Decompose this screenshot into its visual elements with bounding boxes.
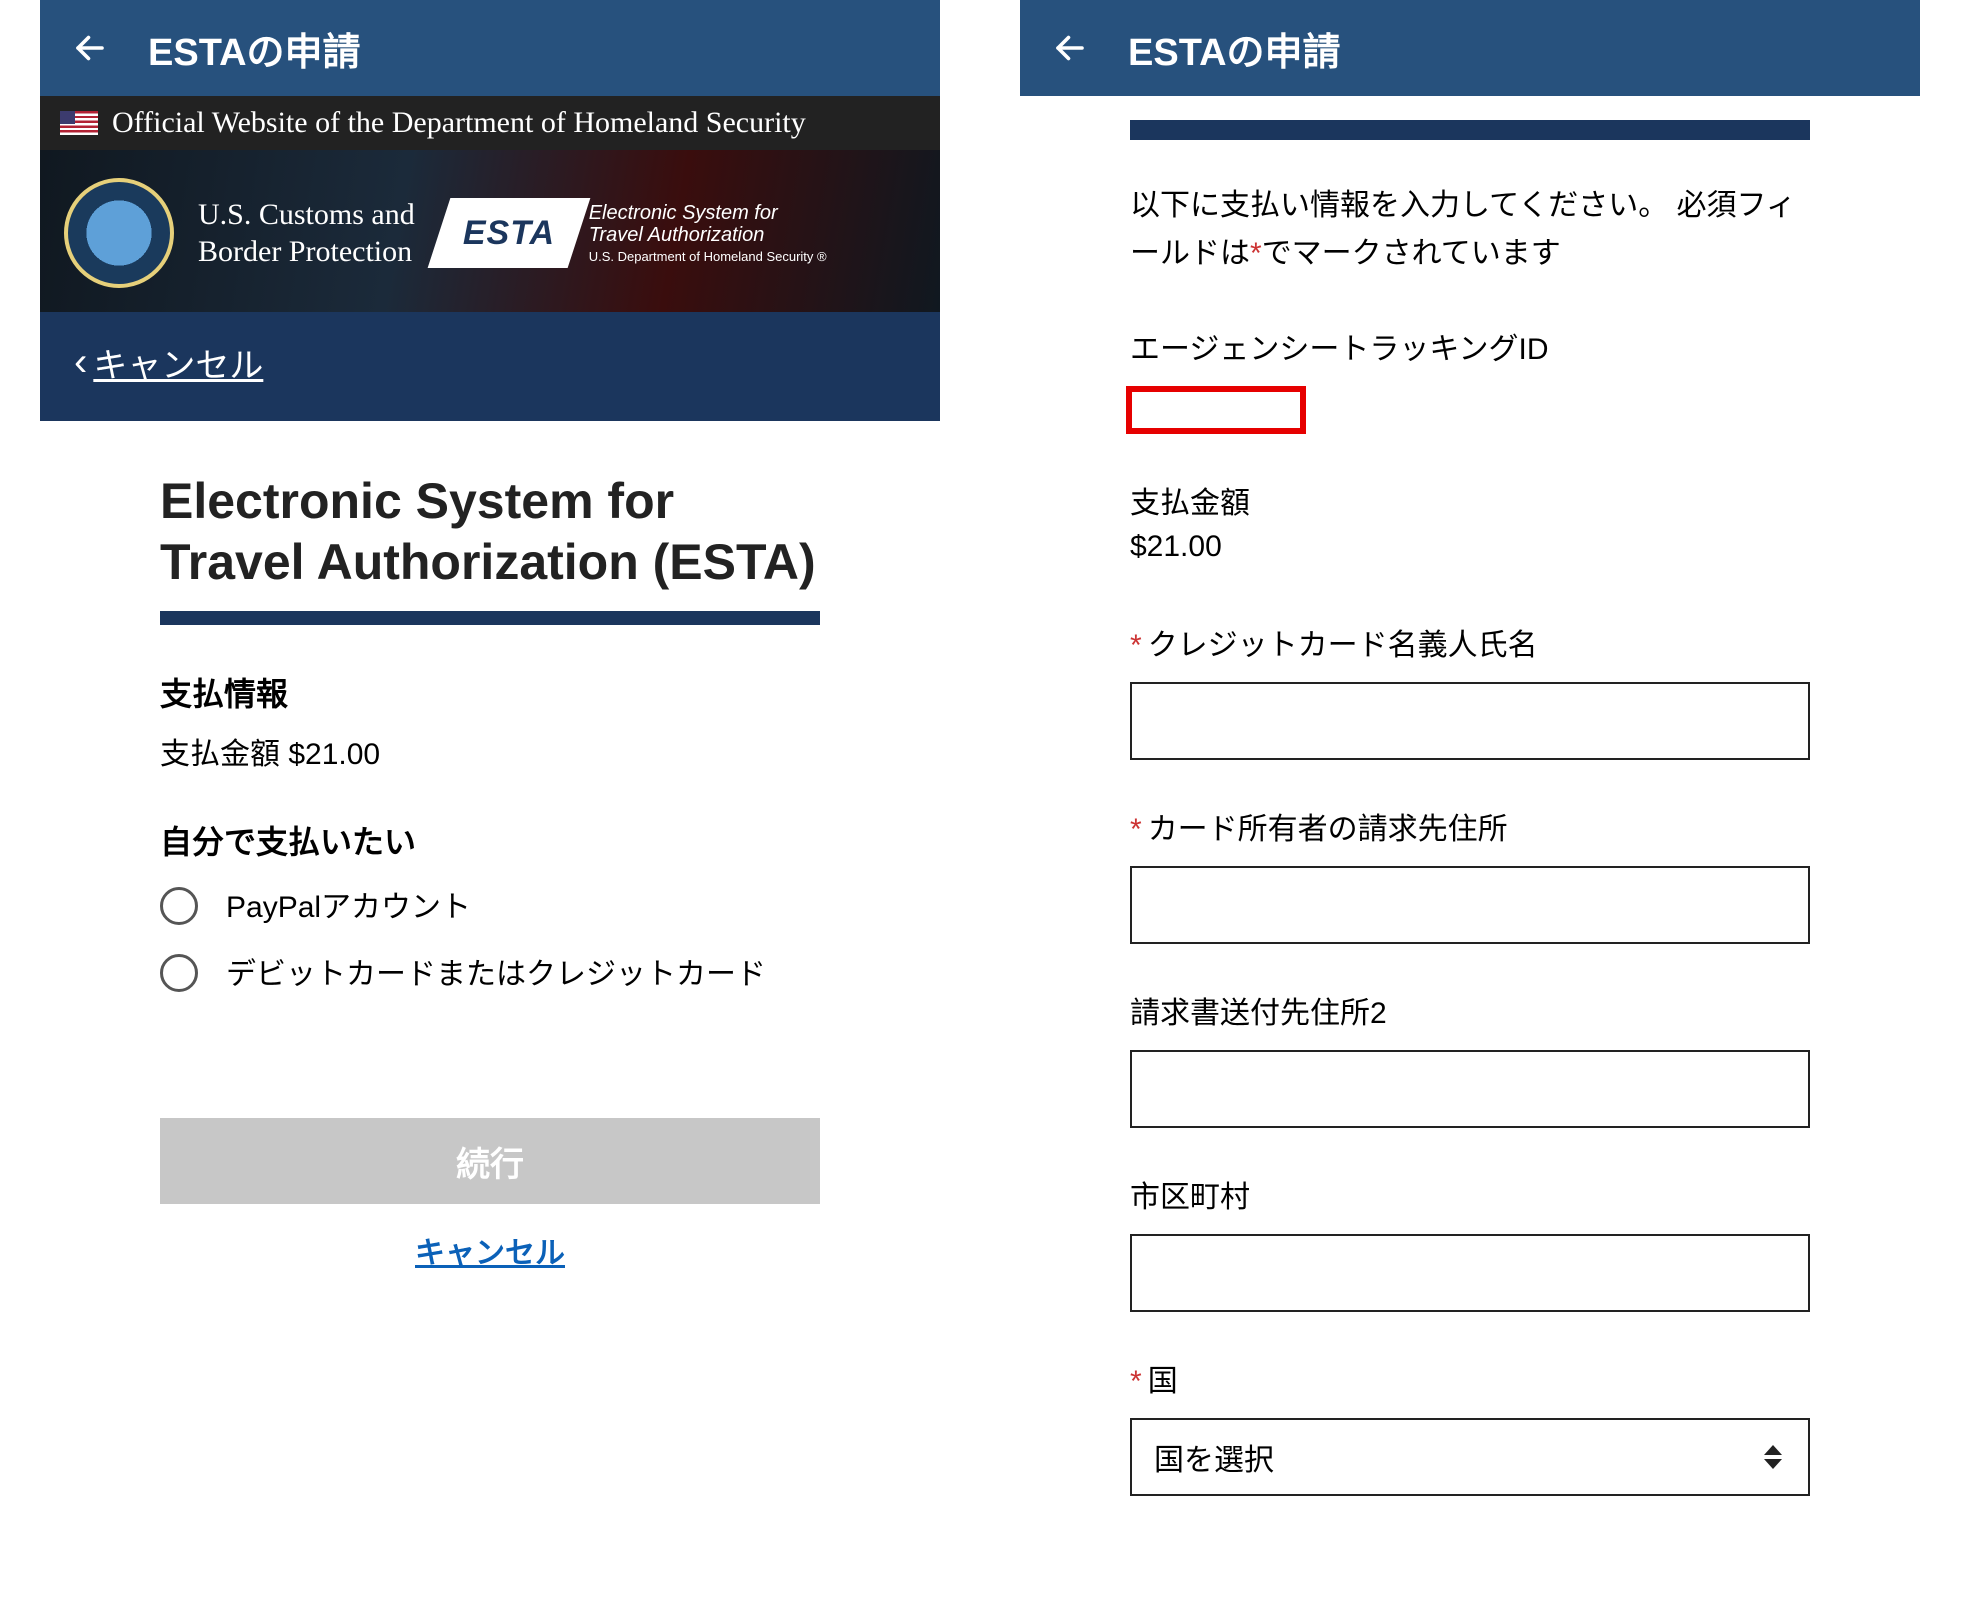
instruction-text: 以下に支払い情報を入力してください。 必須フィールドは*でマークされています xyxy=(1130,182,1810,278)
esta-sub-dept: U.S. Department of Homeland Security ® xyxy=(589,250,827,264)
field-amount: 支払金額 $21.00 xyxy=(1130,478,1810,564)
dhs-official-banner: Official Website of the Department of Ho… xyxy=(40,96,940,150)
field-country: *国 国を選択 xyxy=(1130,1356,1810,1496)
tracking-id-highlight[interactable] xyxy=(1126,386,1306,434)
us-flag-icon xyxy=(60,111,98,135)
continue-button[interactable]: 続行 xyxy=(160,1118,820,1204)
appbar: ESTAの申請 xyxy=(1020,0,1920,96)
dhs-seal-icon xyxy=(64,178,174,288)
esta-logo-icon: ESTA xyxy=(427,198,590,268)
dhs-official-text: Official Website of the Department of Ho… xyxy=(112,106,806,140)
radio-icon xyxy=(160,887,198,925)
field-city: 市区町村 xyxy=(1130,1172,1810,1312)
field-tracking-id: エージェンシートラッキングID xyxy=(1130,324,1810,434)
screen-right: ESTAの申請 以下に支払い情報を入力してください。 必須フィールドは*でマーク… xyxy=(1020,0,1920,1620)
amount-value: $21.00 xyxy=(1130,530,1810,564)
amount-value: $21.00 xyxy=(288,738,380,771)
back-arrow-icon[interactable] xyxy=(68,26,112,70)
billing2-label: 請求書送付先住所2 xyxy=(1130,988,1810,1032)
radio-paypal-label: PayPalアカウント xyxy=(226,885,471,930)
amount-label: 支払金額 xyxy=(1130,478,1810,522)
field-cardholder: *クレジットカード名義人氏名 xyxy=(1130,620,1810,760)
city-input[interactable] xyxy=(1130,1234,1810,1312)
cancel-bar-label: キャンセル xyxy=(93,338,263,387)
instr-b: でマークされています xyxy=(1262,237,1561,270)
required-star-icon: * xyxy=(1130,813,1142,846)
billing1-label-text: カード所有者の請求先住所 xyxy=(1148,813,1508,846)
cardholder-input[interactable] xyxy=(1130,682,1810,760)
billing1-input[interactable] xyxy=(1130,866,1810,944)
page-title: Electronic System for Travel Authorizati… xyxy=(160,471,820,593)
right-content: 以下に支払い情報を入力してください。 必須フィールドは*でマークされています エ… xyxy=(1020,96,1920,1540)
radio-icon xyxy=(160,954,198,992)
cardholder-label-text: クレジットカード名義人氏名 xyxy=(1148,629,1538,662)
required-star-icon: * xyxy=(1130,629,1142,662)
country-label: *国 xyxy=(1130,1356,1810,1400)
country-label-text: 国 xyxy=(1148,1365,1178,1398)
cancel-bar[interactable]: ‹ キャンセル xyxy=(40,312,940,421)
section-payment-info: 支払情報 xyxy=(160,669,820,715)
cbp-esta-banner: U.S. Customs and Border Protection ESTA … xyxy=(40,150,940,312)
field-billing1: *カード所有者の請求先住所 xyxy=(1130,804,1810,944)
appbar-title: ESTAの申請 xyxy=(148,21,361,76)
cancel-link[interactable]: キャンセル xyxy=(160,1228,820,1272)
chevron-left-icon: ‹ xyxy=(74,340,87,385)
amount-label: 支払金額 xyxy=(160,738,280,771)
country-select-value: 国を選択 xyxy=(1154,1435,1274,1479)
radio-card-label: デビットカードまたはクレジットカード xyxy=(226,952,766,997)
cbp-title: U.S. Customs and Border Protection xyxy=(198,196,415,271)
esta-subtitle: Electronic System for Travel Authorizati… xyxy=(589,202,827,264)
country-select[interactable]: 国を選択 xyxy=(1130,1418,1810,1496)
section-pay-with: 自分で支払いたい xyxy=(160,817,820,863)
radio-paypal[interactable]: PayPalアカウント xyxy=(160,885,820,930)
field-billing2: 請求書送付先住所2 xyxy=(1130,988,1810,1128)
screen-left: ESTAの申請 Official Website of the Departme… xyxy=(40,0,940,1620)
cbp-line2: Border Protection xyxy=(198,233,415,271)
billing2-input[interactable] xyxy=(1130,1050,1810,1128)
title-underline xyxy=(160,611,820,625)
esta-logo-block: ESTA Electronic System for Travel Author… xyxy=(439,198,827,268)
radio-card[interactable]: デビットカードまたはクレジットカード xyxy=(160,952,820,997)
back-arrow-icon[interactable] xyxy=(1048,26,1092,70)
city-label: 市区町村 xyxy=(1130,1172,1810,1216)
appbar-title: ESTAの申請 xyxy=(1128,21,1341,76)
amount-line: 支払金額 $21.00 xyxy=(160,729,820,773)
header-strip xyxy=(1130,120,1810,140)
cbp-line1: U.S. Customs and xyxy=(198,196,415,234)
tracking-id-label: エージェンシートラッキングID xyxy=(1130,324,1810,368)
instr-star: * xyxy=(1250,237,1262,270)
left-content: Electronic System for Travel Authorizati… xyxy=(40,421,940,1312)
cardholder-label: *クレジットカード名義人氏名 xyxy=(1130,620,1810,664)
required-star-icon: * xyxy=(1130,1365,1142,1398)
appbar: ESTAの申請 xyxy=(40,0,940,96)
esta-sub2: Travel Authorization xyxy=(589,224,765,246)
select-caret-icon xyxy=(1764,1445,1782,1469)
esta-logo-text: ESTA xyxy=(463,214,555,253)
esta-sub1: Electronic System for xyxy=(589,202,778,224)
billing1-label: *カード所有者の請求先住所 xyxy=(1130,804,1810,848)
